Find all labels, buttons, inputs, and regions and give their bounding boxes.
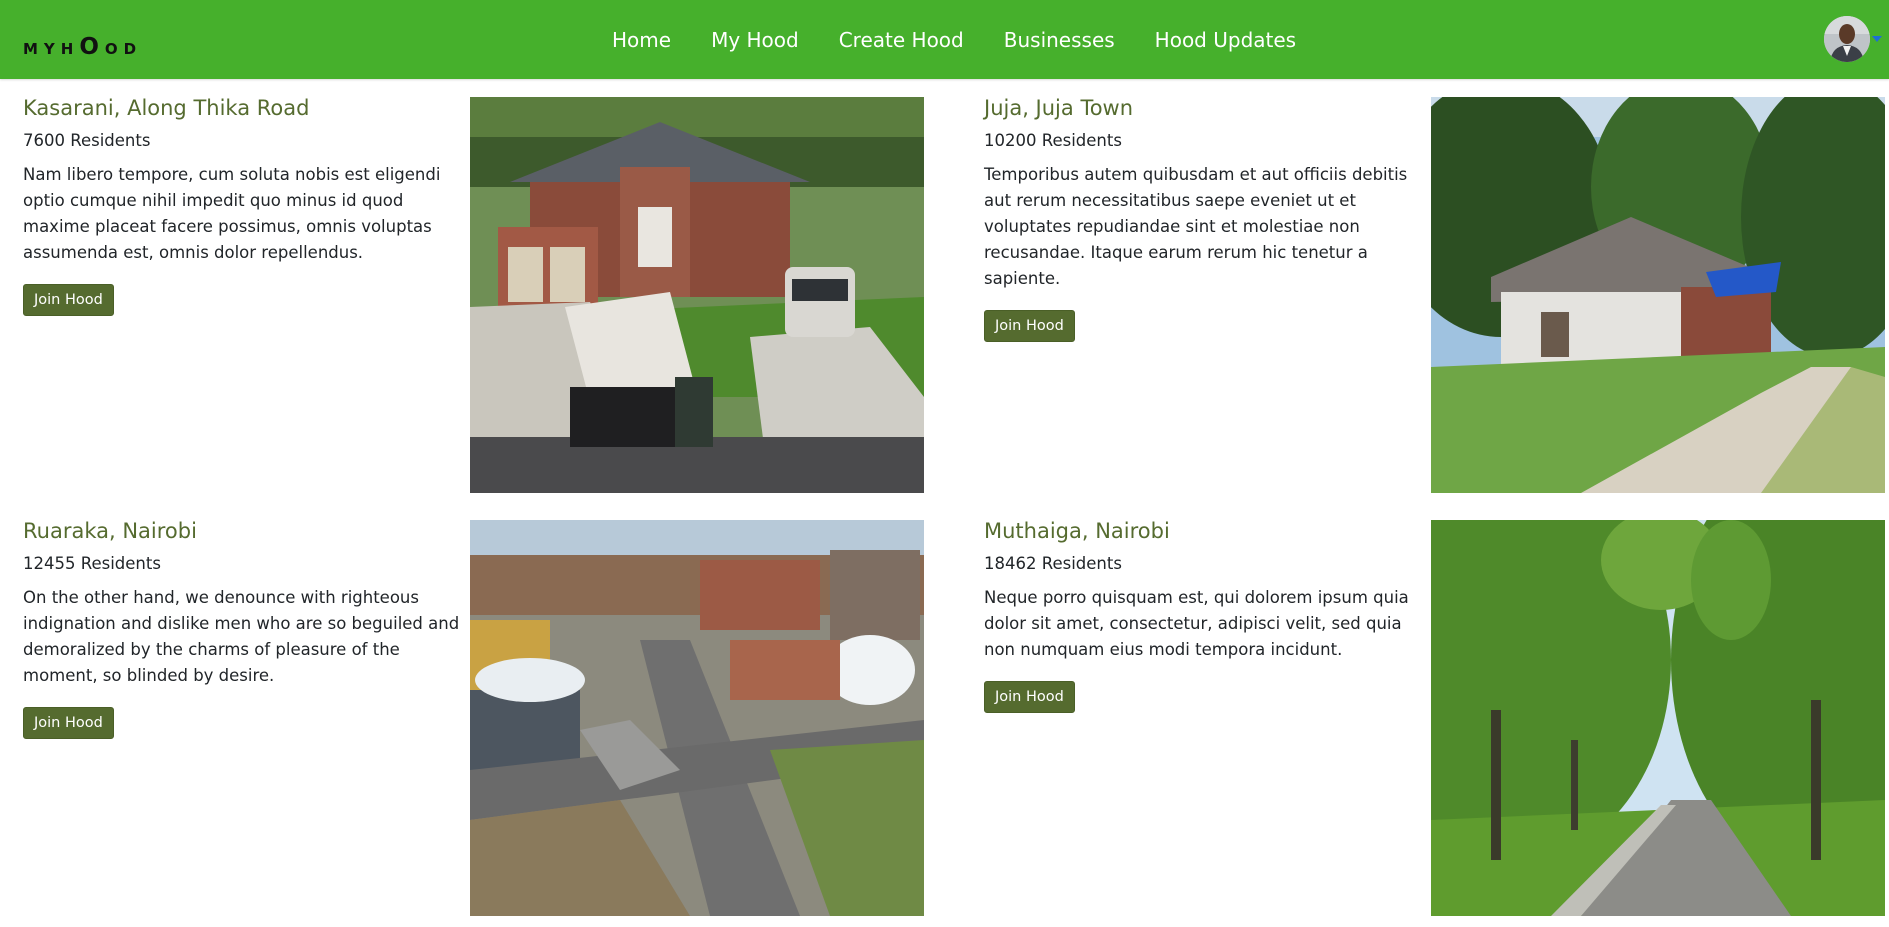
resident-count: 12455 Residents — [23, 554, 161, 574]
brand-suffix: OD — [104, 40, 143, 58]
hood-name: Ruaraka, Nairobi — [23, 519, 197, 543]
nav-link-businesses[interactable]: Businesses — [1004, 28, 1115, 52]
hood-photo — [470, 97, 924, 493]
join-hood-button[interactable]: Join Hood — [23, 707, 114, 740]
resident-count: 7600 Residents — [23, 131, 151, 151]
nav-link-create-hood[interactable]: Create Hood — [839, 28, 964, 52]
join-hood-button[interactable]: Join Hood — [23, 284, 114, 317]
nav-link-home[interactable]: Home — [612, 28, 671, 52]
hood-photo — [1431, 97, 1885, 493]
join-hood-button[interactable]: Join Hood — [984, 310, 1075, 343]
hood-description: Temporibus autem quibusdam et aut offici… — [984, 165, 1408, 289]
hood-description: Neque porro quisquam est, qui dolorem ip… — [984, 588, 1409, 660]
brand-logo[interactable]: MYHOOD — [23, 34, 142, 60]
top-navbar: MYHOOD Home My Hood Create Hood Business… — [0, 0, 1889, 79]
nav-links: Home My Hood Create Hood Businesses Hood… — [612, 0, 1336, 79]
hood-description: On the other hand, we denounce with righ… — [23, 588, 460, 686]
profile-menu-toggle[interactable] — [1824, 16, 1882, 62]
hood-name: Juja, Juja Town — [984, 96, 1134, 120]
resident-count: 10200 Residents — [984, 131, 1122, 151]
avatar — [1824, 16, 1870, 62]
hood-name: Muthaiga, Nairobi — [984, 519, 1170, 543]
hood-description: Nam libero tempore, cum soluta nobis est… — [23, 165, 441, 263]
hood-photo — [470, 520, 924, 916]
brand-prefix: MYH — [23, 40, 80, 58]
hood-name: Kasarani, Along Thika Road — [23, 96, 310, 120]
resident-count: 18462 Residents — [984, 554, 1122, 574]
join-hood-button[interactable]: Join Hood — [984, 681, 1075, 714]
hood-photo — [1431, 520, 1885, 916]
chevron-down-icon — [1872, 36, 1882, 42]
brand-mid: O — [79, 34, 105, 60]
nav-link-my-hood[interactable]: My Hood — [711, 28, 799, 52]
nav-link-hood-updates[interactable]: Hood Updates — [1155, 28, 1296, 52]
